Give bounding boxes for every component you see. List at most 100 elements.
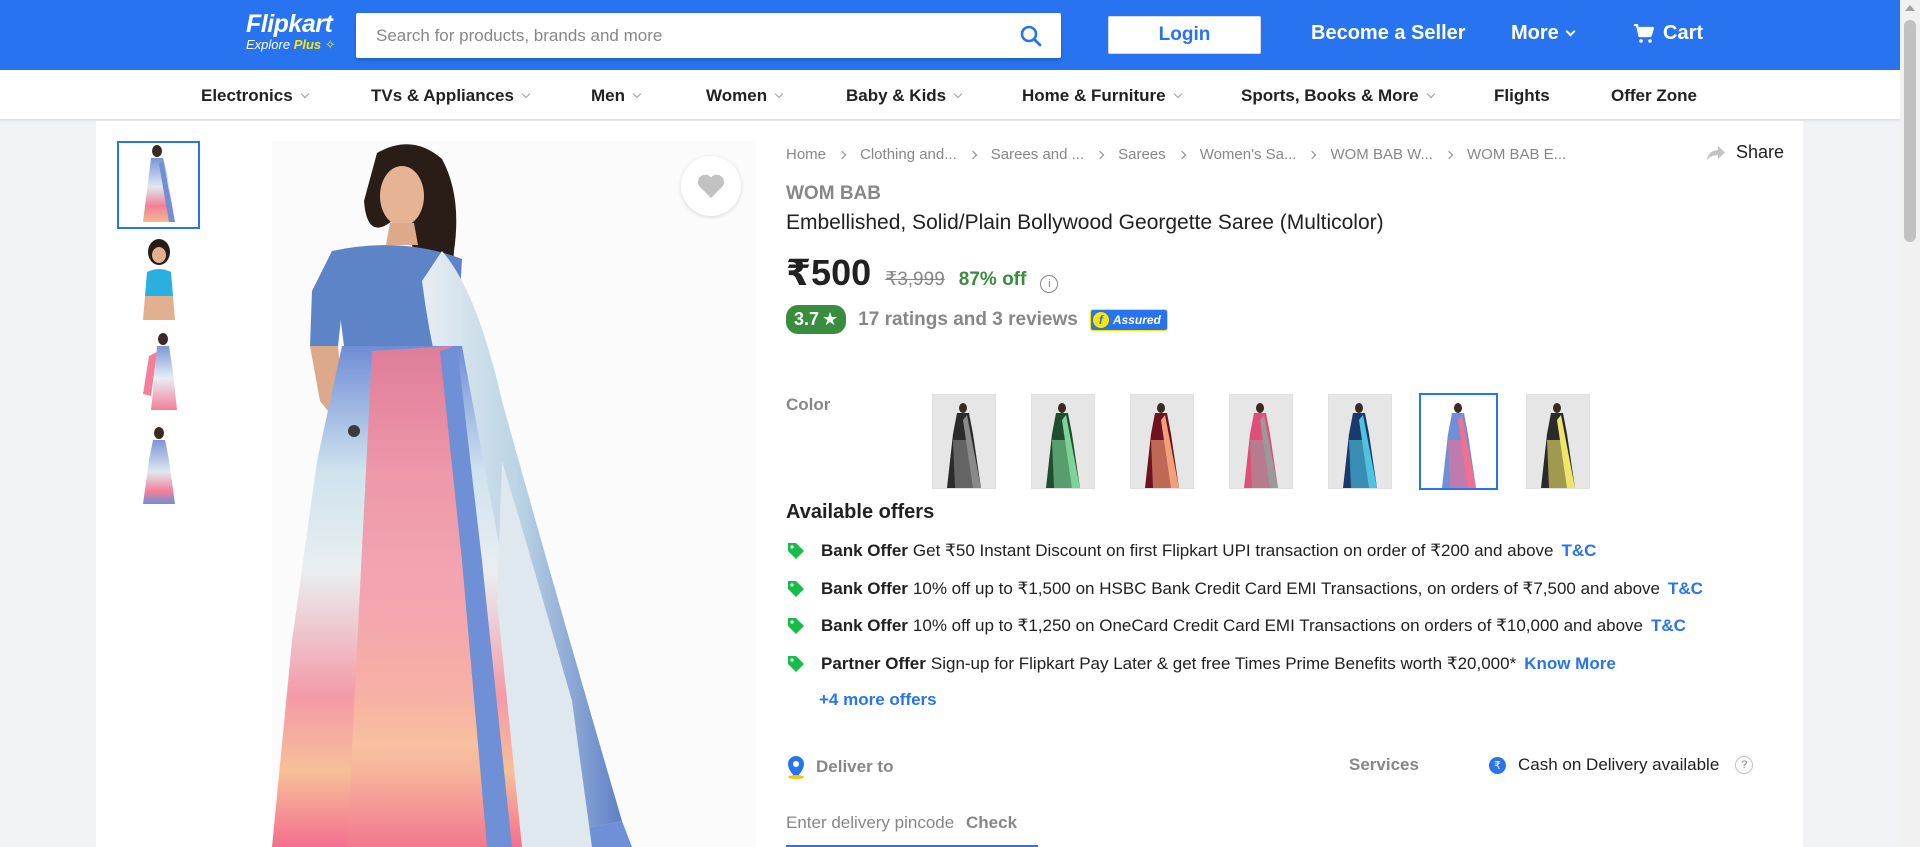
offer-text: Get ₹50 Instant Discount on first Flipka… — [912, 541, 1554, 560]
login-button[interactable]: Login — [1108, 16, 1261, 54]
share-icon — [1707, 145, 1725, 160]
deliver-to-label: Deliver to — [816, 757, 894, 776]
breadcrumb: Home Clothing and... Sarees and ... Sare… — [786, 146, 1566, 163]
location-pin-icon — [788, 756, 804, 779]
saree-thumbnail-image — [142, 145, 175, 222]
more-label: More — [1511, 22, 1559, 44]
breadcrumb-sarees[interactable]: Sarees — [1118, 146, 1166, 163]
services-label: Services — [1349, 755, 1419, 774]
thumbnail-1[interactable] — [117, 141, 200, 229]
available-offers-title: Available offers — [786, 501, 935, 523]
category-men[interactable]: Men — [591, 86, 642, 106]
thumbnail-2[interactable] — [117, 235, 200, 323]
deliver-to: Deliver to — [786, 755, 893, 779]
pincode-input[interactable] — [786, 808, 966, 833]
breadcrumb-clothing[interactable]: Clothing and... — [860, 146, 957, 163]
chevron-down-icon — [1173, 89, 1182, 99]
offer-type: Partner Offer — [821, 654, 926, 673]
swatch-image-black-grey — [947, 403, 981, 488]
offer-item: Partner Offer Sign-up for Flipkart Pay L… — [786, 654, 1616, 674]
offer-link[interactable]: Know More — [1524, 654, 1616, 674]
help-icon[interactable]: ? — [1735, 756, 1754, 774]
rating-row: 3.7 ★ 17 ratings and 3 reviews f Assured — [786, 305, 1168, 334]
saree-side-thumbnail-image — [142, 333, 177, 410]
category-offer-zone[interactable]: Offer Zone — [1611, 86, 1697, 106]
product-main-image[interactable] — [272, 141, 756, 847]
category-tvs-appliances[interactable]: TVs & Appliances — [371, 86, 531, 106]
offer-link[interactable]: T&C — [1562, 541, 1597, 561]
color-swatch-6[interactable] — [1419, 393, 1498, 490]
chevron-right-icon — [1095, 150, 1105, 159]
category-sports-books[interactable]: Sports, Books & More — [1241, 86, 1435, 106]
check-pincode-button[interactable]: Check — [966, 808, 1017, 833]
product-title: Embellished, Solid/Plain Bollywood Georg… — [786, 211, 1384, 234]
saree-back-thumbnail-image — [142, 427, 175, 504]
assured-badge: f Assured — [1089, 308, 1168, 331]
flipkart-logo[interactable]: Flipkart Explore Plus ✧ — [246, 10, 336, 52]
info-icon[interactable]: i — [1040, 275, 1059, 293]
offer-tag-icon — [788, 581, 804, 597]
mrp-price: ₹3,999 — [885, 269, 945, 290]
category-women[interactable]: Women — [706, 86, 784, 106]
breadcrumb-product[interactable]: WOM BAB E... — [1467, 146, 1566, 163]
cart-icon — [1634, 23, 1655, 43]
scroll-thumb[interactable] — [1904, 20, 1916, 242]
offer-text: 10% off up to ₹1,250 on OneCard Credit C… — [912, 616, 1644, 635]
share-button[interactable]: Share — [1706, 142, 1784, 163]
swatch-image-blue-teal — [1343, 403, 1377, 488]
price-row: ₹500 ₹3,999 87% off i — [786, 252, 1059, 294]
thumbnail-4[interactable] — [117, 423, 200, 511]
color-swatch-2[interactable] — [1031, 394, 1095, 489]
breadcrumb-home[interactable]: Home — [786, 146, 826, 163]
offer-item: Bank Offer 10% off up to ₹1,500 on HSBC … — [786, 579, 1703, 599]
offer-type: Bank Offer — [821, 616, 908, 635]
become-seller-link[interactable]: Become a Seller — [1311, 22, 1466, 45]
more-menu[interactable]: More — [1511, 22, 1576, 45]
chevron-right-icon — [837, 150, 847, 159]
product-brand: WOM BAB — [786, 183, 881, 204]
swatch-image-black-yellow — [1541, 403, 1575, 488]
search-icon[interactable] — [1019, 24, 1043, 48]
swatch-image-pink-grey — [1244, 403, 1278, 488]
search-input[interactable] — [356, 13, 996, 58]
offer-link[interactable]: T&C — [1651, 616, 1686, 636]
thumbnail-3[interactable] — [117, 329, 200, 417]
wishlist-button[interactable] — [681, 156, 741, 216]
swatch-image-green — [1046, 403, 1080, 488]
assured-icon: f — [1092, 311, 1109, 328]
selling-price: ₹500 — [786, 252, 872, 293]
more-offers-link[interactable]: +4 more offers — [819, 690, 937, 710]
chevron-down-icon — [300, 89, 309, 99]
cod-info: ₹ Cash on Delivery available ? — [1489, 755, 1754, 775]
cart-link[interactable]: Cart — [1633, 22, 1703, 45]
offer-tag-icon — [788, 543, 804, 559]
offer-tag-icon — [788, 618, 804, 634]
color-swatch-5[interactable] — [1328, 394, 1392, 489]
breadcrumb-womens-sarees[interactable]: Women's Sa... — [1200, 146, 1297, 163]
category-flights[interactable]: Flights — [1494, 86, 1550, 106]
offer-item: Bank Offer Get ₹50 Instant Discount on f… — [786, 541, 1596, 561]
chevron-down-icon — [1565, 26, 1576, 37]
category-baby-kids[interactable]: Baby & Kids — [846, 86, 963, 106]
rupee-icon: ₹ — [1489, 756, 1506, 774]
chevron-down-icon — [1426, 89, 1435, 99]
color-swatch-3[interactable] — [1130, 394, 1194, 489]
breadcrumb-sarees-and[interactable]: Sarees and ... — [991, 146, 1084, 163]
color-swatch-4[interactable] — [1229, 394, 1293, 489]
page-scrollbar[interactable] — [1900, 0, 1920, 847]
color-swatch-1[interactable] — [932, 394, 996, 489]
category-home-furniture[interactable]: Home & Furniture — [1022, 86, 1182, 106]
color-swatch-7[interactable] — [1526, 394, 1590, 489]
offer-text: 10% off up to ₹1,500 on HSBC Bank Credit… — [912, 579, 1661, 598]
offer-type: Bank Offer — [821, 579, 908, 598]
ratings-reviews-count[interactable]: 17 ratings and 3 reviews — [858, 309, 1078, 331]
offer-tag-icon — [788, 656, 804, 672]
saree-blouse-thumbnail-image — [142, 239, 175, 320]
rating-badge[interactable]: 3.7 ★ — [786, 305, 847, 334]
chevron-right-icon — [1444, 150, 1454, 159]
offer-link[interactable]: T&C — [1668, 579, 1703, 599]
breadcrumb-brand[interactable]: WOM BAB W... — [1330, 146, 1433, 163]
category-electronics[interactable]: Electronics — [201, 86, 309, 106]
top-header: Flipkart Explore Plus ✧ Login Become a S… — [0, 0, 1900, 70]
scroll-up-arrow-icon[interactable] — [1905, 5, 1915, 11]
